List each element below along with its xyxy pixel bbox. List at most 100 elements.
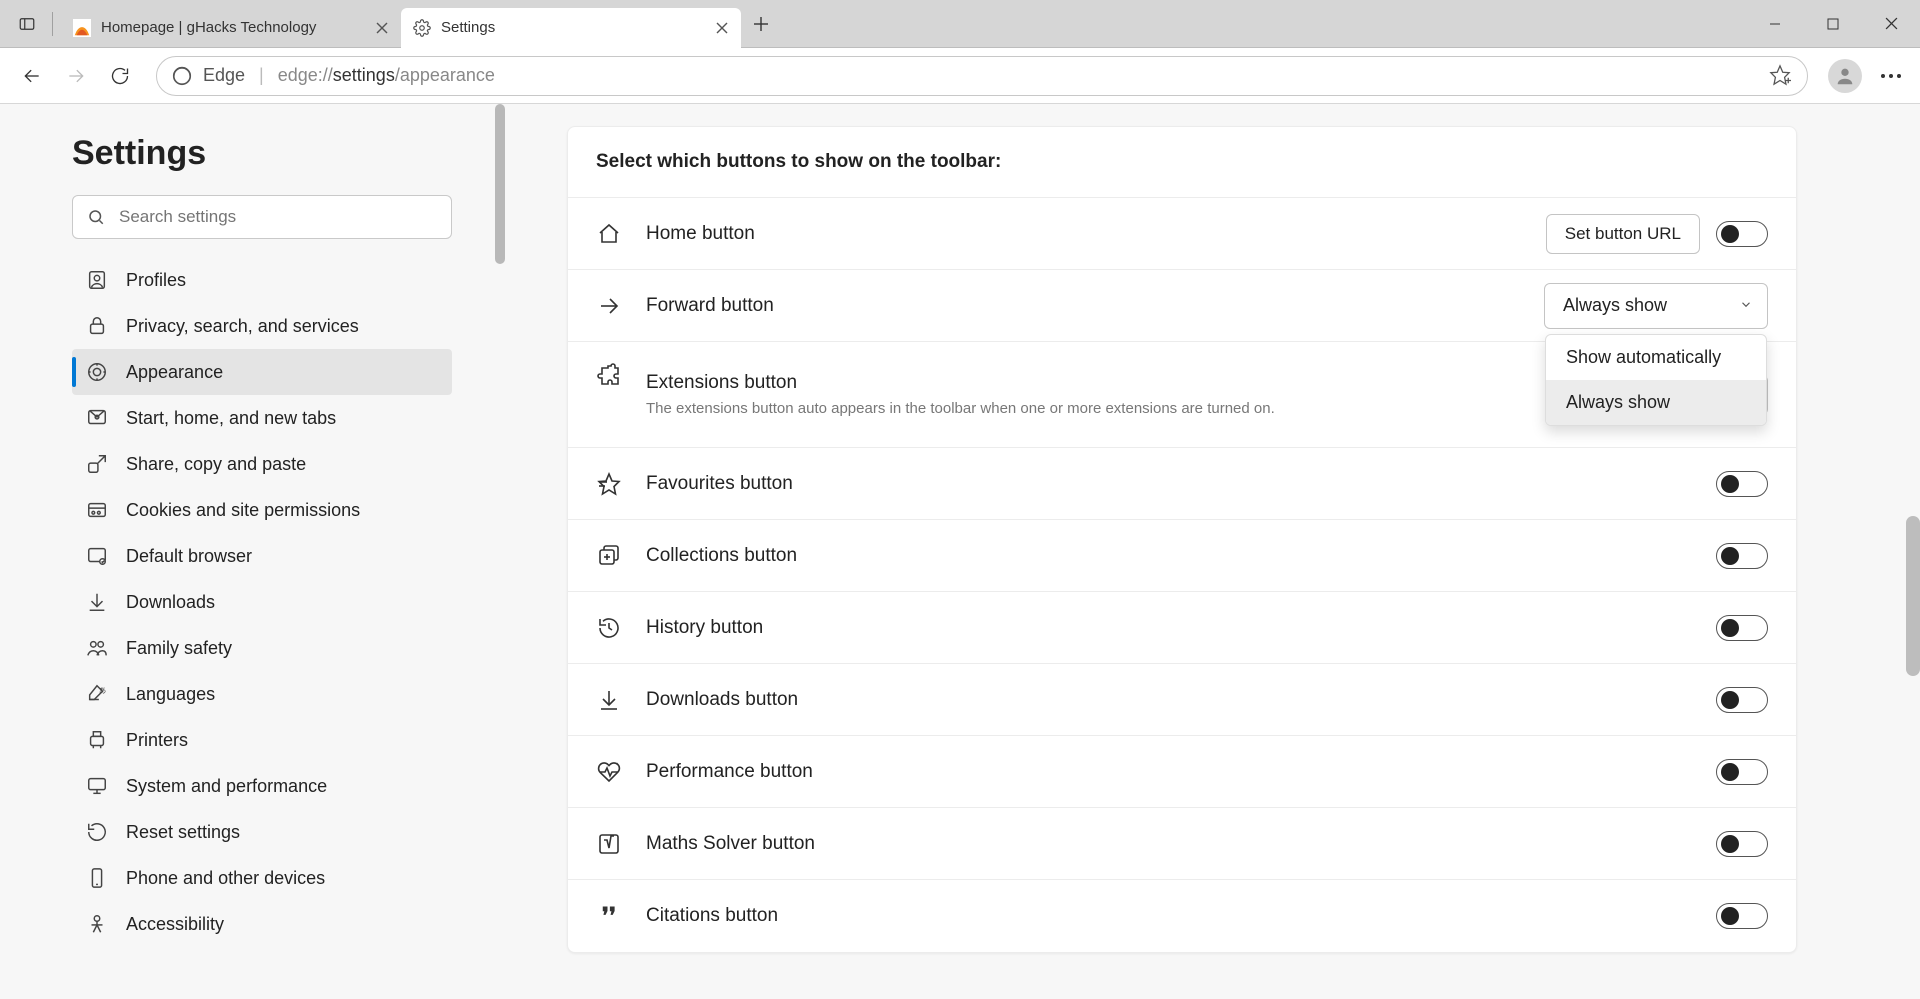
sidebar-item-privacy-search-and-services[interactable]: Privacy, search, and services xyxy=(72,303,452,349)
page-title: Settings xyxy=(72,134,487,173)
row-label: Citations button xyxy=(646,905,778,927)
row-label: Home button xyxy=(646,223,755,245)
search-input[interactable] xyxy=(119,207,437,227)
quote-icon: ❜❜ xyxy=(596,903,622,929)
sidebar-icon xyxy=(86,913,108,935)
download-icon xyxy=(596,687,622,713)
row-forward-button: Forward button Always show Show automati… xyxy=(568,270,1796,342)
sidebar-item-printers[interactable]: Printers xyxy=(72,717,452,763)
sidebar-icon: あ xyxy=(86,683,108,705)
close-window-button[interactable] xyxy=(1862,4,1920,44)
sidebar-icon xyxy=(86,637,108,659)
sidebar-icon xyxy=(86,545,108,567)
sidebar-item-label: Share, copy and paste xyxy=(126,454,306,475)
more-menu-button[interactable] xyxy=(1872,57,1910,95)
sidebar-icon xyxy=(86,315,108,337)
sidebar-icon xyxy=(86,821,108,843)
maximize-button[interactable] xyxy=(1804,4,1862,44)
row-collections-button: Collections button xyxy=(568,520,1796,592)
sidebar-item-label: Cookies and site permissions xyxy=(126,500,360,521)
settings-page: Settings Profiles Privacy, search, and se… xyxy=(0,104,1920,999)
sidebar-icon xyxy=(86,361,108,383)
home-icon xyxy=(596,221,622,247)
sidebar-item-label: Privacy, search, and services xyxy=(126,316,359,337)
arrow-right-icon xyxy=(596,293,622,319)
address-bar[interactable]: Edge | edge://settings/appearance xyxy=(156,56,1808,96)
row-label: Performance button xyxy=(646,761,813,783)
settings-sidebar: Settings Profiles Privacy, search, and se… xyxy=(0,104,505,999)
tab-actions-button[interactable] xyxy=(8,5,46,43)
sidebar-item-appearance[interactable]: Appearance xyxy=(72,349,452,395)
sidebar-item-label: Printers xyxy=(126,730,188,751)
tab-title: Homepage | gHacks Technology xyxy=(101,19,373,36)
sidebar-item-cookies-and-site-permissions[interactable]: Cookies and site permissions xyxy=(72,487,452,533)
svg-text:あ: あ xyxy=(99,686,106,695)
maths-toggle[interactable] xyxy=(1716,831,1768,857)
history-icon xyxy=(596,615,622,641)
sidebar-item-phone-and-other-devices[interactable]: Phone and other devices xyxy=(72,855,452,901)
row-maths-solver-button: Maths Solver button xyxy=(568,808,1796,880)
favourites-toggle[interactable] xyxy=(1716,471,1768,497)
sidebar-item-label: Start, home, and new tabs xyxy=(126,408,336,429)
address-scheme: Edge xyxy=(203,65,245,86)
close-icon[interactable] xyxy=(373,19,391,37)
sidebar-item-label: Phone and other devices xyxy=(126,868,325,889)
dropdown-option-always-show[interactable]: Always show xyxy=(1546,380,1766,425)
sidebar-item-label: Appearance xyxy=(126,362,223,383)
back-button[interactable] xyxy=(10,54,54,98)
home-toggle[interactable] xyxy=(1716,221,1768,247)
sidebar-icon xyxy=(86,591,108,613)
sidebar-item-accessibility[interactable]: Accessibility xyxy=(72,901,452,947)
minimize-button[interactable] xyxy=(1746,4,1804,44)
sidebar-item-label: Default browser xyxy=(126,546,252,567)
divider: | xyxy=(259,65,264,86)
sidebar-item-default-browser[interactable]: Default browser xyxy=(72,533,452,579)
ghacks-favicon xyxy=(73,19,91,37)
history-toggle[interactable] xyxy=(1716,615,1768,641)
refresh-button[interactable] xyxy=(98,54,142,98)
settings-main: Select which buttons to show on the tool… xyxy=(505,104,1920,999)
sidebar-item-family-safety[interactable]: Family safety xyxy=(72,625,452,671)
collections-toggle[interactable] xyxy=(1716,543,1768,569)
sidebar-item-start-home-and-new-tabs[interactable]: Start, home, and new tabs xyxy=(72,395,452,441)
sidebar-item-downloads[interactable]: Downloads xyxy=(72,579,452,625)
profile-avatar[interactable] xyxy=(1828,59,1862,93)
row-label: Collections button xyxy=(646,545,797,567)
settings-search[interactable] xyxy=(72,195,452,239)
forward-nav-button[interactable] xyxy=(54,54,98,98)
sidebar-scrollbar[interactable] xyxy=(495,104,505,264)
row-label: Maths Solver button xyxy=(646,833,815,855)
titlebar: Homepage | gHacks Technology Settings xyxy=(0,0,1920,48)
dropdown-option-show-automatically[interactable]: Show automatically xyxy=(1546,335,1766,380)
sidebar-item-system-and-performance[interactable]: System and performance xyxy=(72,763,452,809)
tab-title: Settings xyxy=(441,19,713,36)
forward-visibility-dropdown[interactable]: Always show Show automatically Always sh… xyxy=(1544,283,1768,329)
row-label: Forward button xyxy=(646,295,774,317)
tab-ghacks[interactable]: Homepage | gHacks Technology xyxy=(61,8,401,48)
sidebar-icon xyxy=(86,775,108,797)
sidebar-item-languages[interactable]: あLanguages xyxy=(72,671,452,717)
favourite-star-icon[interactable] xyxy=(1769,64,1793,88)
sidebar-item-label: Downloads xyxy=(126,592,215,613)
sidebar-icon xyxy=(86,453,108,475)
section-title: Select which buttons to show on the tool… xyxy=(568,127,1796,198)
new-tab-button[interactable] xyxy=(743,6,779,42)
sidebar-item-share-copy-and-paste[interactable]: Share, copy and paste xyxy=(72,441,452,487)
sidebar-icon xyxy=(86,729,108,751)
citations-toggle[interactable] xyxy=(1716,903,1768,929)
set-button-url-button[interactable]: Set button URL xyxy=(1546,214,1700,254)
sidebar-icon xyxy=(86,269,108,291)
close-icon[interactable] xyxy=(713,19,731,37)
performance-toggle[interactable] xyxy=(1716,759,1768,785)
sidebar-item-reset-settings[interactable]: Reset settings xyxy=(72,809,452,855)
sidebar-item-profiles[interactable]: Profiles xyxy=(72,257,452,303)
downloads-toggle[interactable] xyxy=(1716,687,1768,713)
sidebar-item-label: Profiles xyxy=(126,270,186,291)
row-downloads-button: Downloads button xyxy=(568,664,1796,736)
row-label: Extensions button xyxy=(646,372,1275,394)
sidebar-item-label: System and performance xyxy=(126,776,327,797)
forward-dropdown-menu: Show automatically Always show xyxy=(1545,334,1767,426)
main-scrollbar[interactable] xyxy=(1906,516,1920,676)
row-favourites-button: Favourites button xyxy=(568,448,1796,520)
tab-settings[interactable]: Settings xyxy=(401,8,741,48)
